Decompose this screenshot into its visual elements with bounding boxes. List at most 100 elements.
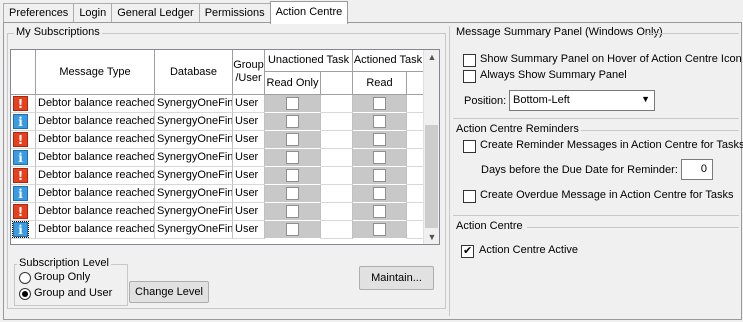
read-only-checkbox[interactable] <box>286 169 299 182</box>
days-before-label: Days before the Due Date for Reminder: <box>481 164 678 176</box>
change-level-button[interactable]: Change Level <box>129 281 209 303</box>
message-type-header[interactable]: Message Type <box>36 50 155 95</box>
table-row[interactable]: i Debtor balance reached SynergyOneFin User <box>11 221 424 239</box>
read-only-checkbox[interactable] <box>286 187 299 200</box>
always-show-summary-checkbox[interactable] <box>463 70 476 83</box>
message-type-cell: Debtor balance reached <box>36 95 155 113</box>
read-only-cell <box>265 113 321 131</box>
read-checkbox[interactable] <box>373 169 386 182</box>
group-user-cell: User <box>233 167 265 185</box>
read-only-cell <box>265 203 321 221</box>
position-select[interactable]: Bottom-Left ▼ <box>509 90 655 111</box>
read-only-checkbox[interactable] <box>286 97 299 110</box>
read-checkbox[interactable] <box>373 187 386 200</box>
read-only-header[interactable]: Read Only <box>265 72 321 95</box>
chevron-down-icon[interactable]: ▼ <box>641 94 650 104</box>
info-icon: i <box>12 221 29 238</box>
show-summary-hover-label[interactable]: Show Summary Panel on Hover of Action Ce… <box>480 53 742 65</box>
always-show-summary-label[interactable]: Always Show Summary Panel <box>480 69 627 81</box>
action-centre-active-label[interactable]: Action Centre Active <box>479 244 578 256</box>
warning-icon: ! <box>13 204 28 219</box>
read-checkbox[interactable] <box>373 133 386 146</box>
group-user-cell: User <box>233 221 265 239</box>
read-cell <box>353 167 407 185</box>
grid-header: Message Type Database Group /User Unacti… <box>11 50 424 95</box>
create-reminder-checkbox[interactable] <box>463 140 476 153</box>
message-type-cell: Debtor balance reached <box>36 203 155 221</box>
database-cell: SynergyOneFin <box>155 113 233 131</box>
tab-bar: Preferences Login General Ledger Permiss… <box>3 1 349 24</box>
tab-action-centre[interactable]: Action Centre <box>269 1 349 24</box>
group-and-user-label[interactable]: Group and User <box>34 287 112 299</box>
message-type-cell: Debtor balance reached <box>36 113 155 131</box>
create-overdue-label[interactable]: Create Overdue Message in Action Centre … <box>480 189 734 201</box>
tab-preferences[interactable]: Preferences <box>3 3 75 23</box>
actioned-blank-header <box>407 72 424 95</box>
database-header[interactable]: Database <box>155 50 233 95</box>
read-only-checkbox[interactable] <box>286 223 299 236</box>
read-only-checkbox[interactable] <box>286 151 299 164</box>
read-checkbox[interactable] <box>373 97 386 110</box>
reminders-title: Action Centre Reminders <box>456 123 579 135</box>
reminders-divider <box>581 130 739 131</box>
group-only-label[interactable]: Group Only <box>34 271 90 283</box>
group-user-header[interactable]: Group /User <box>233 50 265 95</box>
read-only-cell <box>265 95 321 113</box>
row-icon-cell: i <box>11 113 36 131</box>
my-subscriptions-title: My Subscriptions <box>14 26 102 38</box>
table-row[interactable]: ! Debtor balance reached SynergyOneFin User <box>11 95 424 113</box>
row-icon-cell: i <box>11 185 36 203</box>
table-row[interactable]: ! Debtor balance reached SynergyOneFin User <box>11 167 424 185</box>
subscription-level-title: Subscription Level <box>17 257 111 269</box>
group-and-user-radio[interactable] <box>19 288 31 300</box>
maintain-button[interactable]: Maintain... <box>359 266 434 290</box>
subscription-level-group: Subscription Level Group Only Group and … <box>14 257 128 306</box>
unactioned-blank-cell <box>321 131 353 149</box>
group-only-radio[interactable] <box>19 272 31 284</box>
scroll-down-icon[interactable]: ▼ <box>427 232 437 242</box>
scroll-up-icon[interactable]: ▲ <box>427 52 437 62</box>
grid-scrollbar[interactable]: ▲ ▼ <box>423 50 439 244</box>
message-type-cell: Debtor balance reached <box>36 221 155 239</box>
create-reminder-label[interactable]: Create Reminder Messages in Action Centr… <box>480 139 743 151</box>
read-only-checkbox[interactable] <box>286 133 299 146</box>
read-only-checkbox[interactable] <box>286 115 299 128</box>
actioned-blank-cell <box>407 203 424 221</box>
database-cell: SynergyOneFin <box>155 185 233 203</box>
message-type-cell: Debtor balance reached <box>36 149 155 167</box>
message-type-cell: Debtor balance reached <box>36 185 155 203</box>
tab-permissions[interactable]: Permissions <box>198 3 271 23</box>
read-only-cell <box>265 185 321 203</box>
show-summary-hover-checkbox[interactable] <box>463 54 476 67</box>
read-checkbox[interactable] <box>373 205 386 218</box>
read-header[interactable]: Read <box>353 72 407 95</box>
days-before-input[interactable]: 0 <box>681 159 713 180</box>
info-icon: i <box>13 114 28 129</box>
create-overdue-checkbox[interactable] <box>463 190 476 203</box>
scrollbar-thumb[interactable] <box>425 125 438 228</box>
subscriptions-grid[interactable]: Message Type Database Group /User Unacti… <box>10 49 440 245</box>
unactioned-blank-cell <box>321 113 353 131</box>
actioned-blank-cell <box>407 131 424 149</box>
icon-column-header <box>11 50 36 95</box>
database-cell: SynergyOneFin <box>155 167 233 185</box>
unactioned-blank-header <box>321 72 353 95</box>
read-checkbox[interactable] <box>373 151 386 164</box>
read-checkbox[interactable] <box>373 115 386 128</box>
table-row[interactable]: i Debtor balance reached SynergyOneFin User <box>11 113 424 131</box>
table-row[interactable]: ! Debtor balance reached SynergyOneFin User <box>11 203 424 221</box>
read-checkbox[interactable] <box>373 223 386 236</box>
read-only-cell <box>265 167 321 185</box>
read-only-cell <box>265 149 321 167</box>
tab-general-ledger[interactable]: General Ledger <box>111 3 200 23</box>
tab-login[interactable]: Login <box>73 3 113 23</box>
action-centre-divider <box>527 227 739 228</box>
row-icon-cell: ! <box>11 131 36 149</box>
table-row[interactable]: ! Debtor balance reached SynergyOneFin User <box>11 131 424 149</box>
table-row[interactable]: i Debtor balance reached SynergyOneFin User <box>11 149 424 167</box>
table-row[interactable]: i Debtor balance reached SynergyOneFin User <box>11 185 424 203</box>
read-only-checkbox[interactable] <box>286 205 299 218</box>
group-user-cell: User <box>233 95 265 113</box>
group-user-header-line2: /User <box>235 72 262 84</box>
action-centre-active-checkbox[interactable] <box>461 244 474 258</box>
